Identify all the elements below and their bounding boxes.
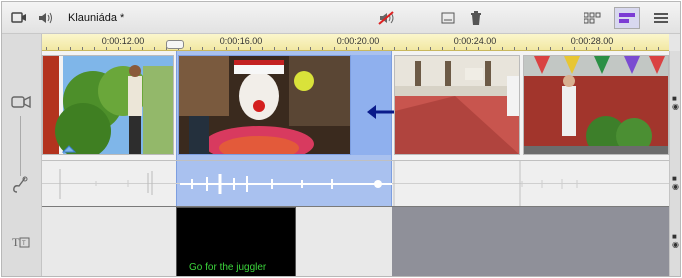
title-clip-text: Go for the juggler [189, 262, 267, 273]
ruler-tick [226, 47, 227, 50]
ruler-tick [466, 47, 467, 50]
storyboard-icon[interactable] [10, 8, 28, 28]
ruler-tick [658, 47, 659, 50]
ruler-tick [394, 47, 395, 50]
title-track-empty [296, 207, 392, 276]
video-clip-2-selected[interactable] [178, 55, 351, 155]
timeline-view-icon[interactable] [614, 7, 640, 29]
ruler-tick [118, 47, 119, 50]
ruler-tick [322, 47, 323, 50]
timeline-toolbar: Klauniáda * [2, 2, 680, 34]
ruler-tick [130, 47, 131, 50]
ruler-tick [154, 47, 155, 50]
ruler-tick [538, 47, 539, 50]
ruler-tick [562, 47, 563, 50]
ruler-label: 0:00:20.00 [336, 36, 380, 46]
project-title: Klauniáda * [68, 12, 125, 24]
video-clip-3[interactable] [394, 55, 520, 155]
mute-audio-icon[interactable] [376, 8, 398, 28]
ruler-tick [622, 47, 623, 50]
ruler-tick [490, 47, 491, 50]
ruler-tick [514, 47, 515, 50]
ruler-tick [574, 47, 575, 50]
ruler-tick [478, 47, 479, 50]
title-track-lock-icon[interactable]: ■ ◉ [672, 233, 679, 249]
title-track-empty [42, 207, 176, 276]
ruler-tick [250, 47, 251, 50]
timeline-panel: Klauniáda * TT 0:00:12.00 0:00:16.00 0:0… [1, 1, 681, 277]
video-track [42, 51, 669, 160]
ruler-tick [406, 47, 407, 50]
ruler-tick [586, 47, 587, 50]
ruler-tick [370, 47, 371, 50]
track-lock-column: ■ ◉ ■ ◉ ■ ◉ [669, 51, 680, 276]
ruler-tick [214, 47, 215, 50]
ruler-tick [202, 47, 203, 50]
ruler-tick [346, 47, 347, 50]
ruler-tick [58, 47, 59, 50]
title-clip[interactable]: Go for the juggler [176, 207, 296, 276]
ruler-label: 0:00:28.00 [570, 36, 614, 46]
video-track-lock-icon[interactable]: ■ ◉ [672, 95, 679, 111]
title-track: Go for the juggler [42, 206, 669, 276]
ruler-label: 0:00:12.00 [101, 36, 145, 46]
audio-waveform [59, 161, 578, 207]
ruler-tick [238, 47, 239, 50]
ruler-tick [418, 47, 419, 50]
ruler-tick [262, 47, 263, 50]
video-track-icon[interactable] [11, 94, 31, 113]
ruler-tick [430, 47, 431, 50]
grid-view-icon[interactable] [582, 8, 604, 28]
title-track-icon[interactable]: TT [11, 234, 31, 253]
track-splitter [20, 116, 21, 176]
ruler-tick [82, 47, 83, 50]
ruler-tick [142, 47, 143, 50]
video-clip-1[interactable] [42, 55, 174, 155]
ruler-tick [298, 47, 299, 50]
ruler-tick [274, 47, 275, 50]
audio-track-icon[interactable] [11, 176, 31, 199]
ruler-tick [70, 47, 71, 50]
ruler-tick [610, 47, 611, 50]
svg-text:T: T [22, 241, 26, 247]
ruler-tick [526, 47, 527, 50]
ruler-tick [358, 47, 359, 50]
ruler-tick [46, 47, 47, 50]
ruler-label: 0:00:24.00 [453, 36, 497, 46]
ruler-tick [94, 47, 95, 50]
svg-text:T: T [12, 235, 20, 249]
ruler-tick [190, 47, 191, 50]
ruler-tick [550, 47, 551, 50]
ruler-tick [382, 47, 383, 50]
ruler-tick [454, 47, 455, 50]
subtitle-icon[interactable] [439, 8, 457, 28]
ruler-tick [646, 47, 647, 50]
audio-track-lock-icon[interactable]: ■ ◉ [672, 175, 679, 191]
ruler-label: 0:00:16.00 [219, 36, 263, 46]
ruler-tick [598, 47, 599, 50]
text-view-icon[interactable] [650, 8, 672, 28]
ruler-tick [106, 47, 107, 50]
ruler-tick [634, 47, 635, 50]
trash-icon[interactable] [467, 8, 485, 28]
ruler-tick [286, 47, 287, 50]
track-headers: TT [2, 34, 42, 276]
ruler-tick [442, 47, 443, 50]
scrubber-handle[interactable] [166, 40, 184, 49]
ruler-tick [310, 47, 311, 50]
timeline-ruler[interactable]: 0:00:12.00 0:00:16.00 0:00:20.00 0:00:24… [42, 34, 669, 51]
ruler-tick [334, 47, 335, 50]
video-clip-4[interactable] [523, 55, 669, 155]
audio-mixer-icon[interactable] [36, 8, 54, 28]
ruler-tick [502, 47, 503, 50]
audio-track [42, 160, 669, 207]
